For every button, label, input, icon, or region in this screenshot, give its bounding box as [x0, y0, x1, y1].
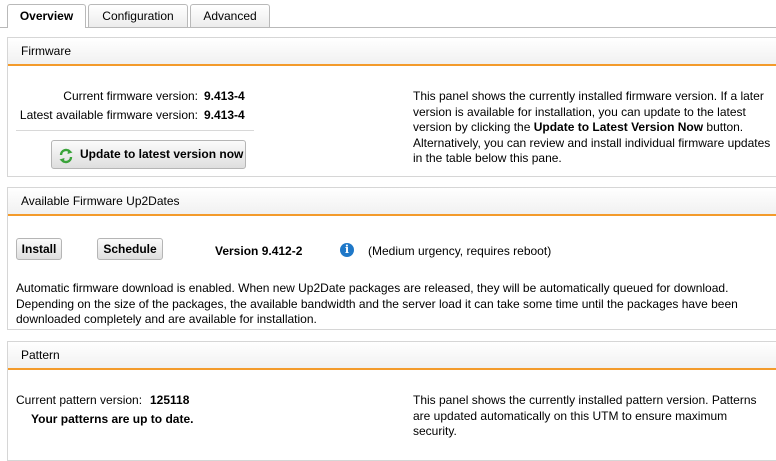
- up2dates-panel-title: Available Firmware Up2Dates: [21, 194, 180, 208]
- up2dates-description: Automatic firmware download is enabled. …: [16, 281, 738, 326]
- schedule-button[interactable]: Schedule: [97, 238, 163, 260]
- firmware-description-bold: Update to Latest Version Now: [533, 120, 704, 134]
- info-icon[interactable]: i: [340, 243, 354, 257]
- current-pattern-label: Current pattern version:: [16, 393, 143, 407]
- pattern-panel: Pattern Current pattern version: 125118 …: [7, 341, 776, 461]
- pattern-status: Your patterns are up to date.: [31, 412, 194, 426]
- pattern-panel-header: Pattern: [8, 342, 776, 370]
- latest-firmware-label: Latest available firmware version:: [19, 108, 198, 122]
- tab-overview[interactable]: Overview: [7, 4, 86, 28]
- firmware-description: This panel shows the currently installed…: [413, 89, 773, 167]
- firmware-panel-title: Firmware: [21, 44, 71, 58]
- refresh-icon: [58, 147, 74, 164]
- current-firmware-value: 9.413-4: [204, 89, 245, 103]
- pattern-panel-title: Pattern: [21, 348, 60, 362]
- update-latest-button-label: Update to latest version now: [80, 147, 244, 161]
- tab-bar: Overview Configuration Advanced: [0, 0, 776, 28]
- firmware-divider: [16, 130, 254, 131]
- up2dates-panel-header: Available Firmware Up2Dates: [8, 188, 776, 216]
- up2date-note: (Medium urgency, requires reboot): [368, 244, 552, 258]
- firmware-panel-header: Firmware: [8, 38, 776, 66]
- pattern-description: This panel shows the currently installed…: [413, 393, 757, 438]
- current-pattern-value: 125118: [150, 393, 190, 407]
- tab-configuration[interactable]: Configuration: [88, 4, 188, 27]
- current-firmware-label: Current firmware version:: [63, 89, 198, 103]
- update-latest-button[interactable]: Update to latest version now: [51, 140, 246, 169]
- latest-firmware-value: 9.413-4: [204, 108, 245, 122]
- install-button[interactable]: Install: [16, 238, 62, 260]
- tab-bar-divider: [0, 27, 776, 28]
- up2dates-panel: Available Firmware Up2Dates Install Sche…: [7, 187, 776, 330]
- firmware-panel: Firmware Current firmware version: 9.413…: [7, 37, 776, 177]
- up2date-version: Version 9.412-2: [215, 244, 303, 258]
- tab-advanced[interactable]: Advanced: [190, 4, 270, 27]
